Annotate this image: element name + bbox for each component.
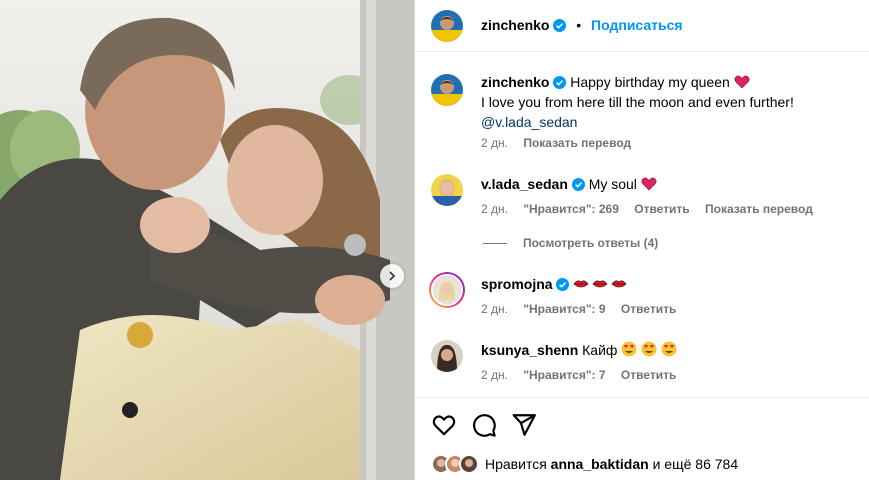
reply-button[interactable]: Ответить: [621, 368, 676, 382]
post-photo: [0, 0, 414, 480]
commenter-avatar-story[interactable]: [429, 272, 465, 308]
commenter-avatar[interactable]: [431, 340, 463, 372]
comment-time[interactable]: 2 дн.: [481, 302, 508, 316]
comment-button[interactable]: [471, 412, 497, 438]
liker-avatar: [459, 454, 479, 474]
next-photo-button[interactable]: [380, 264, 404, 288]
comment-username[interactable]: spromojna: [481, 276, 553, 292]
verified-badge-icon: [556, 278, 570, 291]
author-username[interactable]: zinchenko: [481, 17, 549, 33]
commenter-avatar[interactable]: [431, 174, 463, 206]
caption-username[interactable]: zinchenko: [481, 74, 549, 90]
caption-meta: 2 дн. Показать перевод: [481, 136, 643, 150]
caption-text: zinchenko Happy birthday my queen I love…: [481, 72, 851, 132]
author-avatar[interactable]: [431, 10, 463, 42]
red-heart-icon: [734, 75, 750, 89]
speech-bubble-icon: [473, 414, 496, 437]
comment-time[interactable]: 2 дн.: [481, 202, 508, 216]
comment-text: v.lada_sedan My soul: [481, 174, 851, 194]
caption-line-2: I love you from here till the moon and e…: [481, 94, 794, 110]
share-button[interactable]: [511, 412, 537, 438]
red-heart-icon: [641, 177, 657, 191]
avatar-image: [431, 174, 463, 206]
chevron-right-icon: [389, 271, 396, 281]
post-actions-bar: Нравится anna_baktidan и ещё 86 784: [415, 397, 869, 480]
instagram-post-modal: zinchenko • Подписаться zinchenko Happy …: [0, 0, 869, 480]
heart-outline-icon: [432, 415, 456, 436]
verified-badge-icon: [553, 76, 567, 89]
comment-text: ksunya_shenn Кайф: [481, 340, 851, 360]
verified-badge-icon: [553, 19, 567, 32]
heart-eyes-emoji-icon: [621, 341, 677, 357]
avatar-image: [461, 456, 477, 472]
comment-meta: 2 дн. "Нравится": 9 Ответить: [481, 302, 688, 316]
view-replies-button[interactable]: Посмотреть ответы (4): [483, 236, 658, 250]
lips-emoji-icon: [573, 280, 627, 288]
reply-button[interactable]: Ответить: [634, 202, 689, 216]
caption-translate[interactable]: Показать перевод: [523, 136, 631, 150]
reply-button[interactable]: Ответить: [621, 302, 676, 316]
paper-plane-icon: [512, 414, 536, 436]
likes-prefix: Нравится: [485, 456, 547, 472]
post-sidebar: zinchenko • Подписаться zinchenko Happy …: [415, 0, 869, 480]
separator-dot: •: [576, 17, 582, 33]
header-line: zinchenko • Подписаться: [481, 17, 683, 33]
view-replies-label: Посмотреть ответы (4): [523, 236, 659, 250]
follow-button[interactable]: Подписаться: [591, 17, 683, 33]
comment-meta: 2 дн. "Нравится": 269 Ответить Показать …: [481, 202, 825, 216]
comment-translate[interactable]: Показать перевод: [705, 202, 813, 216]
comment-likes[interactable]: "Нравится": 269: [523, 202, 619, 216]
verified-badge-icon: [571, 178, 585, 191]
comment-time[interactable]: 2 дн.: [481, 368, 508, 382]
caption-line-1: Happy birthday my queen: [570, 74, 730, 90]
replies-line: [483, 242, 507, 244]
comment-likes[interactable]: "Нравится": 7: [523, 368, 605, 382]
caption-time[interactable]: 2 дн.: [481, 136, 508, 150]
comment-username[interactable]: v.lada_sedan: [481, 176, 568, 192]
mention-link[interactable]: @v.lada_sedan: [481, 114, 577, 130]
avatar-image: [431, 74, 463, 106]
comment-username[interactable]: ksunya_shenn: [481, 342, 578, 358]
like-button[interactable]: [431, 412, 457, 438]
comment-likes[interactable]: "Нравится": 9: [523, 302, 605, 316]
post-header: zinchenko • Подписаться: [415, 0, 869, 52]
avatar-image: [431, 10, 463, 42]
liked-by-row[interactable]: Нравится anna_baktidan и ещё 86 784: [431, 454, 738, 474]
comment-meta: 2 дн. "Нравится": 7 Ответить: [481, 368, 688, 382]
likes-suffix[interactable]: и ещё 86 784: [653, 456, 739, 472]
likes-summary: Нравится anna_baktidan и ещё 86 784: [485, 456, 738, 472]
comment-body: My soul: [588, 176, 637, 192]
comment-text: spromojna: [481, 274, 851, 294]
liker-username[interactable]: anna_baktidan: [551, 456, 649, 472]
caption-avatar[interactable]: [431, 74, 463, 106]
avatar-image: [431, 274, 463, 306]
couple-hug-photo: [0, 0, 414, 480]
avatar-image: [431, 340, 463, 372]
comment-body: Кайф: [582, 342, 618, 358]
